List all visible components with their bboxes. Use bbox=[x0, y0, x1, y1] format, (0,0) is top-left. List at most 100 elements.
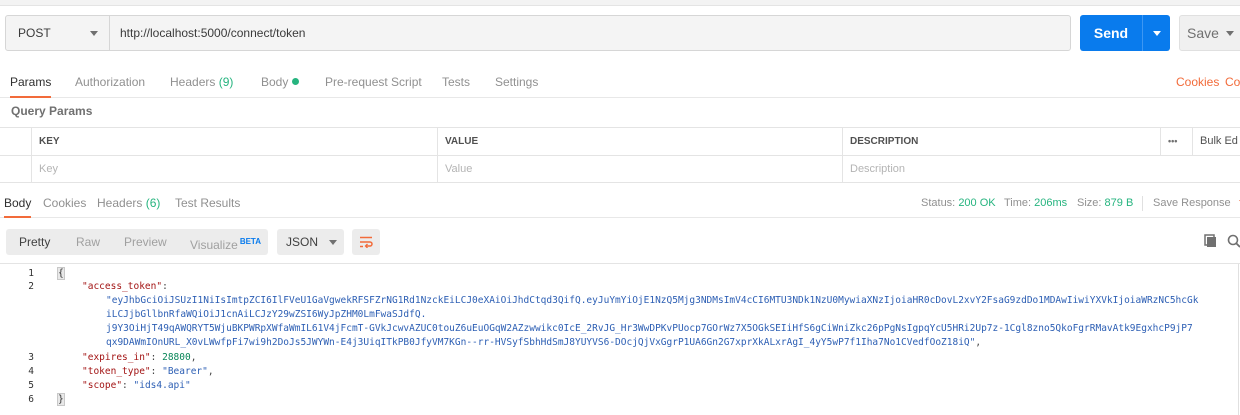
column-description: DESCRIPTION bbox=[842, 128, 1160, 155]
tab-response-headers-label: Headers bbox=[97, 196, 143, 210]
time-label: Time: bbox=[1004, 197, 1032, 209]
visualize-label: Visualize bbox=[190, 238, 238, 252]
chevron-down-icon bbox=[329, 239, 338, 245]
tab-response-headers[interactable]: Headers (6) bbox=[97, 188, 160, 218]
json-comma: , bbox=[190, 352, 197, 363]
query-params-title: Query Params bbox=[11, 104, 93, 118]
send-label: Send bbox=[1093, 25, 1129, 41]
save-response-button[interactable]: Save Response bbox=[1153, 188, 1240, 218]
table-row: Key Value Description bbox=[0, 156, 1240, 184]
json-string: "Bearer" bbox=[162, 366, 208, 377]
description-input[interactable]: Description bbox=[842, 156, 1240, 183]
code-line: "scope": "ids4.api" bbox=[82, 379, 191, 392]
json-string: qx9DAWmIOnURL_X0vLWwfpFi7wi9h2DoJs5JWYWn… bbox=[106, 337, 976, 348]
save-response-label: Save Response bbox=[1153, 197, 1231, 209]
line-number: 3 bbox=[28, 352, 34, 363]
time-value: 206ms bbox=[1034, 197, 1068, 209]
body-indicator-dot bbox=[292, 78, 300, 85]
wrap-lines-button[interactable] bbox=[352, 229, 380, 255]
format-label: JSON bbox=[286, 235, 319, 249]
code-line: iLCJjbGllbnRfaWQiOiJ1cnAiLCJzY29wZSI6WyJ… bbox=[106, 309, 427, 320]
json-colon: : bbox=[122, 380, 134, 391]
json-key: "token_type" bbox=[82, 366, 151, 377]
chevron-down-icon bbox=[1152, 30, 1161, 36]
size-readout: Size: 879 B bbox=[1077, 188, 1133, 218]
status-label: Status: bbox=[921, 197, 956, 209]
response-tabs: Body Cookies Headers (6) Test Results St… bbox=[0, 188, 1240, 218]
code-line: { bbox=[57, 267, 65, 280]
open-brace: { bbox=[57, 267, 65, 280]
beta-badge: BETA bbox=[239, 237, 261, 246]
headers-count: (9) bbox=[218, 75, 234, 89]
json-comma: , bbox=[975, 337, 982, 348]
search-icon bbox=[1227, 234, 1240, 248]
json-string: "ids4.api" bbox=[133, 380, 191, 391]
method-select[interactable]: POST bbox=[6, 16, 110, 50]
code-link[interactable]: Coc bbox=[1225, 66, 1240, 98]
view-mode-tabs: Pretty Raw Preview Visualize BETA bbox=[6, 229, 268, 255]
bulk-edit-link[interactable]: Bulk Ed bbox=[1192, 128, 1240, 155]
method-label: POST bbox=[18, 26, 51, 40]
tab-settings[interactable]: Settings bbox=[495, 66, 538, 98]
chevron-down-icon[interactable] bbox=[1226, 30, 1234, 36]
column-value: VALUE bbox=[437, 128, 842, 155]
cookies-link[interactable]: Cookies bbox=[1176, 66, 1219, 98]
tab-body[interactable]: Body bbox=[261, 66, 300, 98]
search-button[interactable] bbox=[1227, 234, 1240, 251]
key-input[interactable]: Key bbox=[31, 156, 437, 183]
wrap-lines-icon bbox=[360, 236, 373, 248]
line-number: 1 bbox=[28, 268, 34, 279]
copy-button[interactable] bbox=[1204, 234, 1218, 251]
time-readout: Time: 206ms bbox=[1004, 188, 1067, 218]
code-line: "expires_in": 28800, bbox=[82, 351, 196, 364]
size-label: Size: bbox=[1077, 197, 1102, 209]
query-params-table: KEY VALUE DESCRIPTION ••• Bulk Ed Key Va… bbox=[0, 127, 1240, 183]
tab-tests[interactable]: Tests bbox=[442, 66, 470, 98]
json-number: 28800 bbox=[162, 352, 191, 363]
code-line: qx9DAWmIOnURL_X0vLWwfpFi7wi9h2DoJs5JWYWn… bbox=[106, 336, 981, 349]
tab-response-body[interactable]: Body bbox=[4, 188, 32, 218]
tab-params[interactable]: Params bbox=[10, 66, 52, 98]
tab-headers-label: Headers bbox=[170, 75, 216, 89]
json-colon: : bbox=[150, 366, 163, 377]
tab-authorization[interactable]: Authorization bbox=[75, 66, 145, 98]
response-headers-count: (6) bbox=[145, 196, 161, 210]
save-button[interactable]: Save bbox=[1179, 15, 1240, 51]
view-pretty[interactable]: Pretty bbox=[19, 229, 50, 255]
line-number: 4 bbox=[28, 366, 34, 377]
code-line: "eyJhbGciOiJSUzI1NiIsImtpZCI6IlFVeU1GaVg… bbox=[106, 295, 1199, 306]
send-button[interactable]: Send bbox=[1080, 15, 1170, 51]
close-brace: } bbox=[57, 393, 65, 406]
code-line: } bbox=[57, 393, 65, 406]
line-number: 2 bbox=[28, 281, 34, 292]
top-strip bbox=[0, 0, 1240, 6]
tab-headers[interactable]: Headers (9) bbox=[170, 66, 233, 98]
code-line: "token_type": "Bearer", bbox=[82, 365, 214, 378]
code-line: "access_token": bbox=[82, 280, 168, 293]
response-body-editor[interactable]: 1 2 3 4 5 6 { "access_token": "eyJhbGciO… bbox=[0, 263, 1240, 415]
tab-body-label: Body bbox=[261, 75, 289, 89]
view-preview[interactable]: Preview bbox=[124, 229, 167, 255]
tab-response-cookies[interactable]: Cookies bbox=[43, 188, 86, 218]
view-visualize[interactable]: Visualize BETA bbox=[190, 229, 261, 255]
column-key: KEY bbox=[31, 128, 437, 155]
tab-pre-request-script[interactable]: Pre-request Script bbox=[325, 66, 422, 98]
divider bbox=[1142, 196, 1143, 211]
view-raw[interactable]: Raw bbox=[76, 229, 100, 255]
value-input[interactable]: Value bbox=[437, 156, 842, 183]
code-line: j9Y3OiHjT49qAWQRYT5WjuBKPWRpXWfaWmIL61V4… bbox=[106, 323, 1193, 334]
more-options-button[interactable]: ••• bbox=[1160, 128, 1192, 155]
send-dropdown[interactable] bbox=[1142, 15, 1170, 51]
tab-test-results[interactable]: Test Results bbox=[175, 188, 240, 218]
json-colon: : bbox=[150, 352, 163, 363]
format-select[interactable]: JSON bbox=[277, 229, 344, 255]
json-comma: , bbox=[207, 366, 214, 377]
url-input[interactable]: http://localhost:5000/connect/token bbox=[110, 16, 1070, 50]
json-colon: : bbox=[162, 281, 168, 292]
line-number-gutter: 1 2 3 4 5 6 bbox=[0, 264, 50, 415]
line-number: 6 bbox=[28, 394, 34, 405]
save-label: Save bbox=[1187, 25, 1219, 41]
json-key: "scope" bbox=[82, 380, 123, 391]
scrollbar-edge bbox=[1238, 264, 1239, 415]
table-header-row: KEY VALUE DESCRIPTION ••• Bulk Ed bbox=[0, 128, 1240, 156]
